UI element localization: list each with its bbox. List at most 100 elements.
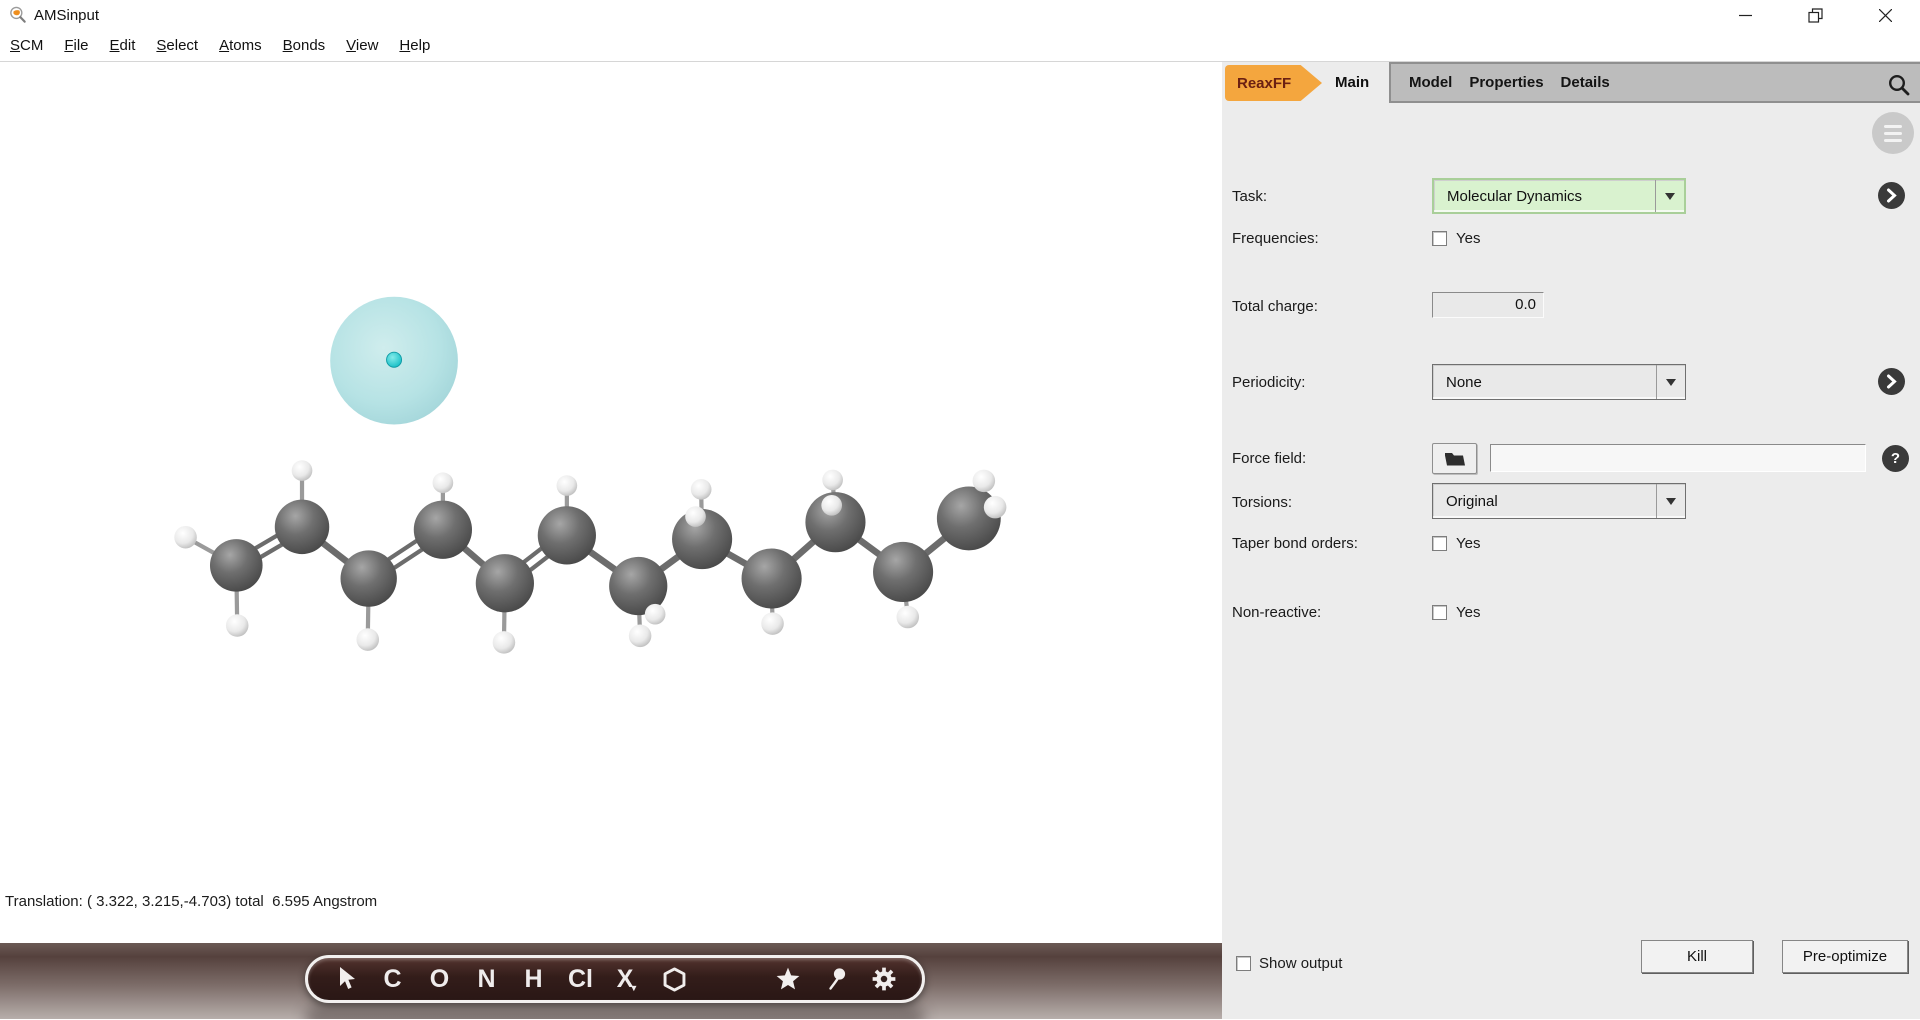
frequencies-option: Yes xyxy=(1456,230,1480,247)
force-field-help-button[interactable]: ? xyxy=(1882,445,1909,472)
toolbar-reflection xyxy=(305,1005,925,1019)
tab-main[interactable]: Main xyxy=(1325,62,1379,103)
status-translation-text: Translation: ( 3.322, 3.215,-4.703) tota… xyxy=(5,893,377,910)
window-title: AMSinput xyxy=(34,7,99,24)
tab-details[interactable]: Details xyxy=(1561,74,1610,91)
tab-model[interactable]: Model xyxy=(1409,74,1452,91)
torsions-value: Original xyxy=(1433,493,1656,510)
taper-bond-orders-checkbox[interactable] xyxy=(1432,536,1447,551)
menu-item-atoms[interactable]: Atoms xyxy=(219,37,262,54)
menu-item-file[interactable]: File xyxy=(64,37,88,54)
search-icon[interactable] xyxy=(1886,72,1912,98)
task-dropdown-arrow-icon[interactable] xyxy=(1655,180,1684,212)
menu-bar: SCM File Edit Select Atoms Bonds View Help xyxy=(0,30,1920,62)
atom-h[interactable] xyxy=(984,496,1007,519)
total-charge-input[interactable]: 0.0 xyxy=(1432,292,1544,318)
bottom-strip: CONHClX▼ xyxy=(0,943,1222,1019)
folder-icon xyxy=(1444,450,1466,467)
taper-bond-orders-option: Yes xyxy=(1456,535,1480,552)
tab-bar: Model Properties Details xyxy=(1389,62,1920,103)
element-tool-n[interactable]: N xyxy=(463,959,510,999)
atom-h[interactable] xyxy=(973,470,996,493)
atom-h[interactable] xyxy=(557,475,578,496)
ring-tool-icon[interactable] xyxy=(651,959,698,999)
atom-c[interactable] xyxy=(742,548,802,608)
atom-c[interactable] xyxy=(275,500,329,554)
menu-item-scm[interactable]: SCM xyxy=(10,37,43,54)
task-detail-arrow[interactable] xyxy=(1878,182,1905,209)
show-output-checkbox[interactable] xyxy=(1236,956,1251,971)
element-tool-o[interactable]: O xyxy=(416,959,463,999)
periodicity-detail-arrow[interactable] xyxy=(1878,368,1905,395)
atom-c[interactable] xyxy=(873,542,933,602)
force-field-label: Force field: xyxy=(1232,450,1306,467)
restore-button[interactable] xyxy=(1780,0,1850,30)
star-tool-icon[interactable] xyxy=(764,959,812,999)
task-value: Molecular Dynamics xyxy=(1434,188,1655,205)
torsions-dropdown-arrow-icon[interactable] xyxy=(1656,484,1685,518)
atom-c[interactable] xyxy=(341,550,397,606)
atom-h[interactable] xyxy=(493,631,516,654)
atom-h[interactable] xyxy=(691,479,712,500)
atom-h[interactable] xyxy=(897,606,920,629)
atom-h[interactable] xyxy=(629,625,652,648)
element-tool-x[interactable]: X▼ xyxy=(604,959,651,999)
task-label: Task: xyxy=(1232,188,1267,205)
periodicity-dropdown-arrow-icon[interactable] xyxy=(1656,365,1685,399)
torsions-label: Torsions: xyxy=(1232,494,1292,511)
input-panel: ReaxFF Main Model Properties Details Tas… xyxy=(1222,62,1920,1019)
atom-h[interactable] xyxy=(645,604,666,625)
task-select[interactable]: Molecular Dynamics xyxy=(1432,178,1686,214)
atom-c[interactable] xyxy=(476,554,534,612)
element-tool-c[interactable]: C xyxy=(369,959,416,999)
element-tool-cl[interactable]: Cl xyxy=(557,959,604,999)
menu-item-select[interactable]: Select xyxy=(156,37,198,54)
atom-h[interactable] xyxy=(822,470,843,491)
atom-c[interactable] xyxy=(538,506,596,564)
atom-h[interactable] xyxy=(226,614,249,637)
panel-menu-circle-icon[interactable] xyxy=(1872,112,1914,154)
atom-h[interactable] xyxy=(821,495,842,516)
atom-h[interactable] xyxy=(685,506,706,527)
selected-atom-glow[interactable] xyxy=(330,297,458,425)
atom-h[interactable] xyxy=(761,612,784,635)
app-magnifier-icon xyxy=(8,5,28,25)
non-reactive-option: Yes xyxy=(1456,604,1480,621)
close-button[interactable] xyxy=(1850,0,1920,30)
force-field-browse-button[interactable] xyxy=(1432,443,1477,474)
kill-button[interactable]: Kill xyxy=(1641,940,1753,973)
minimize-button[interactable] xyxy=(1710,0,1780,30)
preoptimize-button[interactable]: Pre-optimize xyxy=(1782,940,1908,973)
periodicity-value: None xyxy=(1433,374,1656,391)
atom-h[interactable] xyxy=(174,526,197,549)
torsions-select[interactable]: Original xyxy=(1432,483,1686,519)
show-output-label: Show output xyxy=(1259,955,1342,972)
menu-item-edit[interactable]: Edit xyxy=(110,37,136,54)
atom-c[interactable] xyxy=(937,486,1001,550)
module-tab-reaxff[interactable]: ReaxFF xyxy=(1225,65,1322,101)
element-toolbar: CONHClX▼ xyxy=(305,955,925,1003)
menu-item-view[interactable]: View xyxy=(346,37,378,54)
balloon-tool-icon[interactable] xyxy=(812,959,860,999)
atom-c[interactable] xyxy=(414,501,472,559)
atom-h[interactable] xyxy=(433,472,454,493)
atom-h[interactable] xyxy=(292,460,313,481)
force-field-input[interactable] xyxy=(1490,444,1866,472)
atom-c[interactable] xyxy=(210,539,263,592)
atom-h[interactable] xyxy=(356,628,379,651)
gear-tool-icon[interactable] xyxy=(860,959,908,999)
menu-item-help[interactable]: Help xyxy=(399,37,430,54)
non-reactive-checkbox[interactable] xyxy=(1432,605,1447,620)
periodicity-select[interactable]: None xyxy=(1432,364,1686,400)
total-charge-label: Total charge: xyxy=(1232,298,1318,315)
molecule-viewport[interactable]: Translation: ( 3.322, 3.215,-4.703) tota… xyxy=(0,62,1222,1019)
periodicity-label: Periodicity: xyxy=(1232,374,1305,391)
frequencies-checkbox[interactable] xyxy=(1432,231,1447,246)
menu-item-bonds[interactable]: Bonds xyxy=(283,37,326,54)
element-tool-h[interactable]: H xyxy=(510,959,557,999)
frequencies-label: Frequencies: xyxy=(1232,230,1319,247)
pointer-tool[interactable] xyxy=(322,959,369,999)
molecule-scene[interactable] xyxy=(0,62,1222,1019)
tab-properties[interactable]: Properties xyxy=(1469,74,1543,91)
element-dropdown-caret-icon: ▼ xyxy=(629,983,638,993)
